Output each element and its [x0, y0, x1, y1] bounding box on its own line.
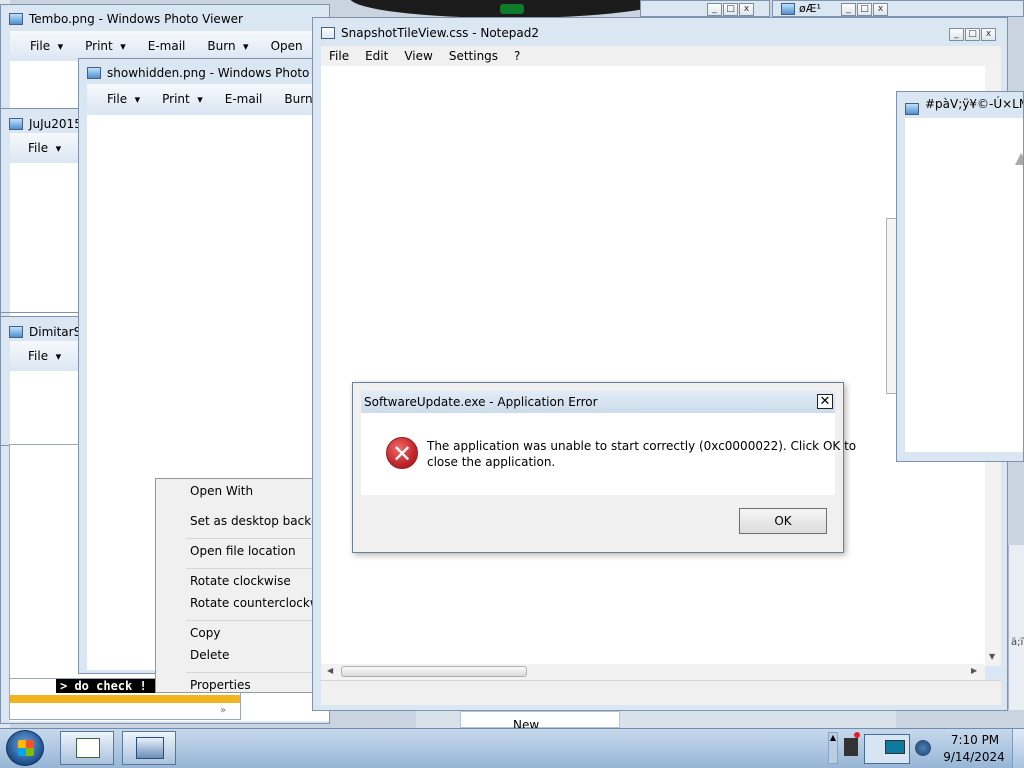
horizontal-scrollbar[interactable]: ◀ ▶ [321, 664, 985, 680]
photo-viewer-icon [9, 13, 23, 25]
open-menu[interactable]: Open [271, 39, 303, 53]
scroll-down-arrow-icon[interactable]: ▼ [989, 652, 995, 661]
error-dialog: SoftwareUpdate.exe - Application Error ✕… [352, 382, 856, 553]
error-dialog-titlebar[interactable]: SoftwareUpdate.exe - Application Error ✕ [361, 391, 835, 413]
notepad-icon [76, 738, 100, 758]
scroll-thumb[interactable] [341, 666, 527, 677]
tray-app-icon[interactable] [915, 740, 931, 756]
clock-time[interactable]: 7:10 PM [950, 733, 1000, 747]
expand-icon[interactable]: » [220, 705, 226, 716]
photo-viewer-icon [9, 326, 23, 338]
tray-alert-dot [854, 732, 860, 738]
minimize-button[interactable]: _ [707, 3, 722, 16]
tembo-title: Tembo.png - Windows Photo Viewer [29, 12, 243, 26]
garbled-titlebar[interactable]: #pàV;ÿ¥©-Ú×LM2 [897, 92, 1023, 118]
menu-edit[interactable]: Edit [365, 49, 388, 63]
clock-date[interactable]: 9/14/2024 [942, 750, 1006, 764]
scroll-right-arrow-icon[interactable]: ▶ [971, 666, 977, 675]
menu-properties[interactable]: Properties [190, 678, 251, 692]
start-button[interactable] [6, 730, 44, 766]
menu-open-file-location[interactable]: Open file location [190, 544, 296, 558]
background-window-right: ä;ïï [1008, 545, 1024, 710]
juju-image-area [10, 163, 79, 312]
maximize-button[interactable]: □ [857, 3, 872, 16]
garbled-image-area: ▲ [905, 118, 1023, 452]
show-desktop-button[interactable] [1012, 729, 1024, 768]
close-button[interactable]: x [739, 3, 754, 16]
photo-viewer-dimitar-window: DimitarS File [0, 316, 80, 446]
error-dialog-title: SoftwareUpdate.exe - Application Error [364, 395, 598, 409]
tray-flag-icon[interactable] [844, 738, 858, 756]
menu-help[interactable]: ? [514, 49, 520, 63]
close-button[interactable]: x [981, 28, 996, 41]
error-message-line-1: The application was unable to start corr… [427, 439, 857, 453]
dimitar-image-area [10, 371, 79, 445]
top-right-window-1: _ □ x [640, 0, 770, 17]
notepad2-menubar: File Edit View Settings ? [321, 46, 1001, 66]
menu-file[interactable]: File [329, 49, 349, 63]
top-right-window-2: øÆ¹ _ □ x [772, 0, 1024, 17]
ok-button-label: OK [774, 514, 792, 528]
menu-rotate-clockwise[interactable]: Rotate clockwise [190, 574, 291, 588]
print-menu[interactable]: Print [85, 39, 126, 53]
taskbar-photo-viewer-button[interactable] [122, 731, 176, 765]
monitor-icon [885, 740, 905, 754]
taskbar-notepad-button[interactable] [60, 731, 114, 765]
print-menu[interactable]: Print [162, 92, 203, 106]
photo-viewer-juju-window: JuJu2015 File [0, 108, 80, 313]
close-button[interactable]: ✕ [817, 394, 833, 409]
maximize-button[interactable]: □ [965, 28, 980, 41]
right-fragment-text: ä;ïï [1011, 637, 1024, 648]
menu-delete[interactable]: Delete [190, 648, 229, 662]
email-button[interactable]: E-mail [148, 39, 186, 53]
garbled-title: #pàV;ÿ¥©-Ú×LM2 [925, 97, 1023, 111]
error-dialog-body: ✕ The application was unable to start co… [361, 413, 856, 495]
tembo-titlebar[interactable]: Tembo.png - Windows Photo Viewer [1, 5, 329, 33]
dimitar-toolbar: File [10, 341, 79, 371]
check-text: > do check ! [60, 679, 147, 693]
minimize-button[interactable]: _ [841, 3, 856, 16]
photo-viewer-icon [136, 737, 164, 759]
dimitar-title: DimitarS [29, 325, 80, 339]
minimize-button[interactable]: _ [949, 28, 964, 41]
arrow-cursor-icon: ▲ [1015, 148, 1023, 167]
show-hidden-icons-button[interactable]: ▲ [828, 732, 838, 764]
garbled-window: #pàV;ÿ¥©-Ú×LM2 ▲ [896, 91, 1024, 462]
burn-menu[interactable]: Burn [207, 39, 248, 53]
check-progress [10, 695, 240, 703]
notepad2-title: SnapshotTileView.css - Notepad2 [341, 26, 539, 40]
juju-toolbar: File [10, 133, 79, 163]
scroll-left-arrow-icon[interactable]: ◀ [327, 666, 333, 675]
ok-button[interactable]: OK [739, 508, 827, 534]
menu-view[interactable]: View [404, 49, 432, 63]
file-menu[interactable]: File [28, 141, 61, 155]
error-icon: ✕ [386, 437, 418, 469]
top-center-green-light [500, 4, 524, 14]
file-menu[interactable]: File [28, 349, 61, 363]
menu-copy[interactable]: Copy [190, 626, 220, 640]
notepad2-titlebar[interactable]: SnapshotTileView.css - Notepad2 [313, 18, 1007, 48]
juju-title: JuJu2015 [29, 117, 80, 131]
file-menu[interactable]: File [30, 39, 63, 53]
burn-menu[interactable]: Burn [284, 92, 312, 106]
photo-viewer-icon [905, 103, 919, 115]
email-button[interactable]: E-mail [225, 92, 263, 106]
windows-logo-icon [18, 740, 34, 756]
tray-network-icon[interactable] [864, 734, 910, 764]
close-button[interactable]: x [873, 3, 888, 16]
notepad2-icon [321, 27, 335, 39]
file-menu[interactable]: File [107, 92, 140, 106]
notepad2-statusbar [321, 680, 1001, 705]
tembo-toolbar: File Print E-mail Burn Open [10, 31, 329, 61]
error-message-line-2: close the application. [427, 455, 556, 469]
photo-viewer-icon [9, 118, 23, 130]
menu-settings[interactable]: Settings [449, 49, 498, 63]
menu-open-with[interactable]: Open With [190, 484, 253, 498]
app-icon [781, 3, 795, 15]
window-title-fragment: øÆ¹ [799, 2, 821, 15]
maximize-button[interactable]: □ [723, 3, 738, 16]
photo-viewer-icon [87, 67, 101, 79]
background-row-new[interactable]: New [460, 711, 620, 732]
